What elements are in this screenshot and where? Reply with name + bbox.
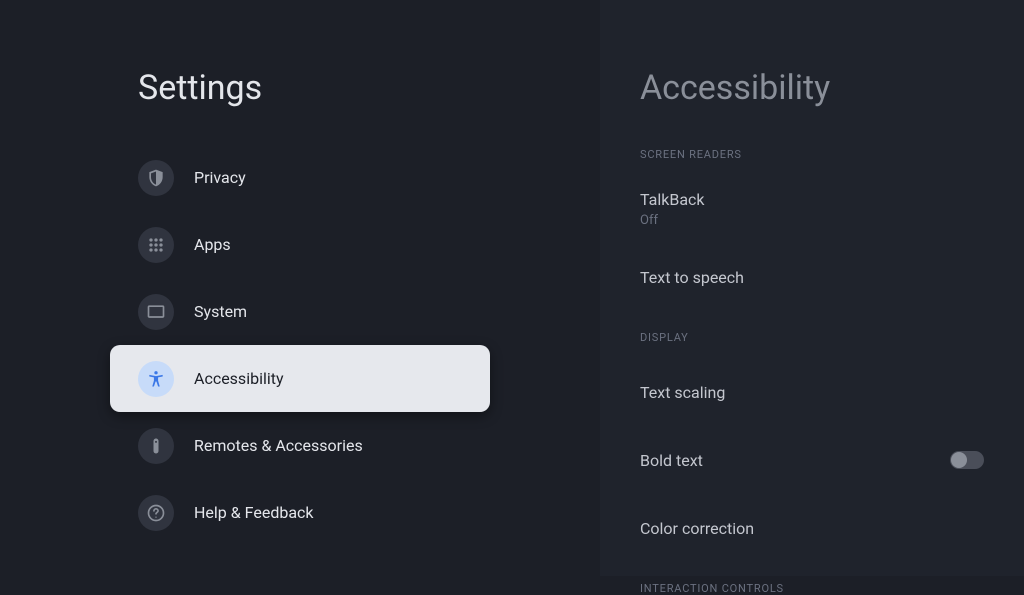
sidebar-item-label: System	[194, 302, 247, 321]
sidebar-item-label: Privacy	[194, 168, 246, 187]
sidebar-item-apps[interactable]: Apps	[0, 211, 600, 278]
setting-talkback[interactable]: TalkBack Off	[640, 183, 984, 235]
nav-list: Privacy Apps System Accessibility Remote	[0, 144, 600, 546]
setting-bold-text[interactable]: Bold text	[640, 434, 984, 486]
setting-text-scaling[interactable]: Text scaling	[640, 366, 984, 418]
accessibility-icon	[138, 361, 174, 397]
sidebar-item-system[interactable]: System	[0, 278, 600, 345]
sidebar-item-remotes[interactable]: Remotes & Accessories	[0, 412, 600, 479]
sidebar-item-label: Accessibility	[194, 369, 284, 388]
detail-panel: Accessibility SCREEN READERS TalkBack Of…	[600, 0, 1024, 576]
detail-title: Accessibility	[640, 68, 984, 108]
setting-label: TalkBack	[640, 190, 705, 209]
settings-sidebar: Settings Privacy Apps System Accessibili…	[0, 0, 600, 576]
setting-label: Text to speech	[640, 268, 744, 287]
sidebar-item-label: Remotes & Accessories	[194, 436, 363, 455]
section-header-screen-readers: SCREEN READERS	[640, 148, 984, 161]
remote-icon	[138, 428, 174, 464]
setting-label: Color correction	[640, 519, 754, 538]
setting-label: Text scaling	[640, 383, 725, 402]
setting-color-correction[interactable]: Color correction	[640, 502, 984, 554]
sidebar-item-accessibility[interactable]: Accessibility	[110, 345, 490, 412]
sidebar-item-privacy[interactable]: Privacy	[0, 144, 600, 211]
page-title: Settings	[138, 68, 600, 108]
shield-icon	[138, 160, 174, 196]
help-icon	[138, 495, 174, 531]
setting-label: Bold text	[640, 451, 703, 470]
bold-text-toggle[interactable]	[950, 451, 984, 469]
section-header-display: DISPLAY	[640, 331, 984, 344]
grid-icon	[138, 227, 174, 263]
sidebar-item-help[interactable]: Help & Feedback	[0, 479, 600, 546]
monitor-icon	[138, 294, 174, 330]
setting-sub: Off	[640, 213, 705, 228]
section-header-interaction: INTERACTION CONTROLS	[640, 582, 984, 595]
setting-text-to-speech[interactable]: Text to speech	[640, 251, 984, 303]
sidebar-item-label: Apps	[194, 235, 231, 254]
sidebar-item-label: Help & Feedback	[194, 503, 314, 522]
